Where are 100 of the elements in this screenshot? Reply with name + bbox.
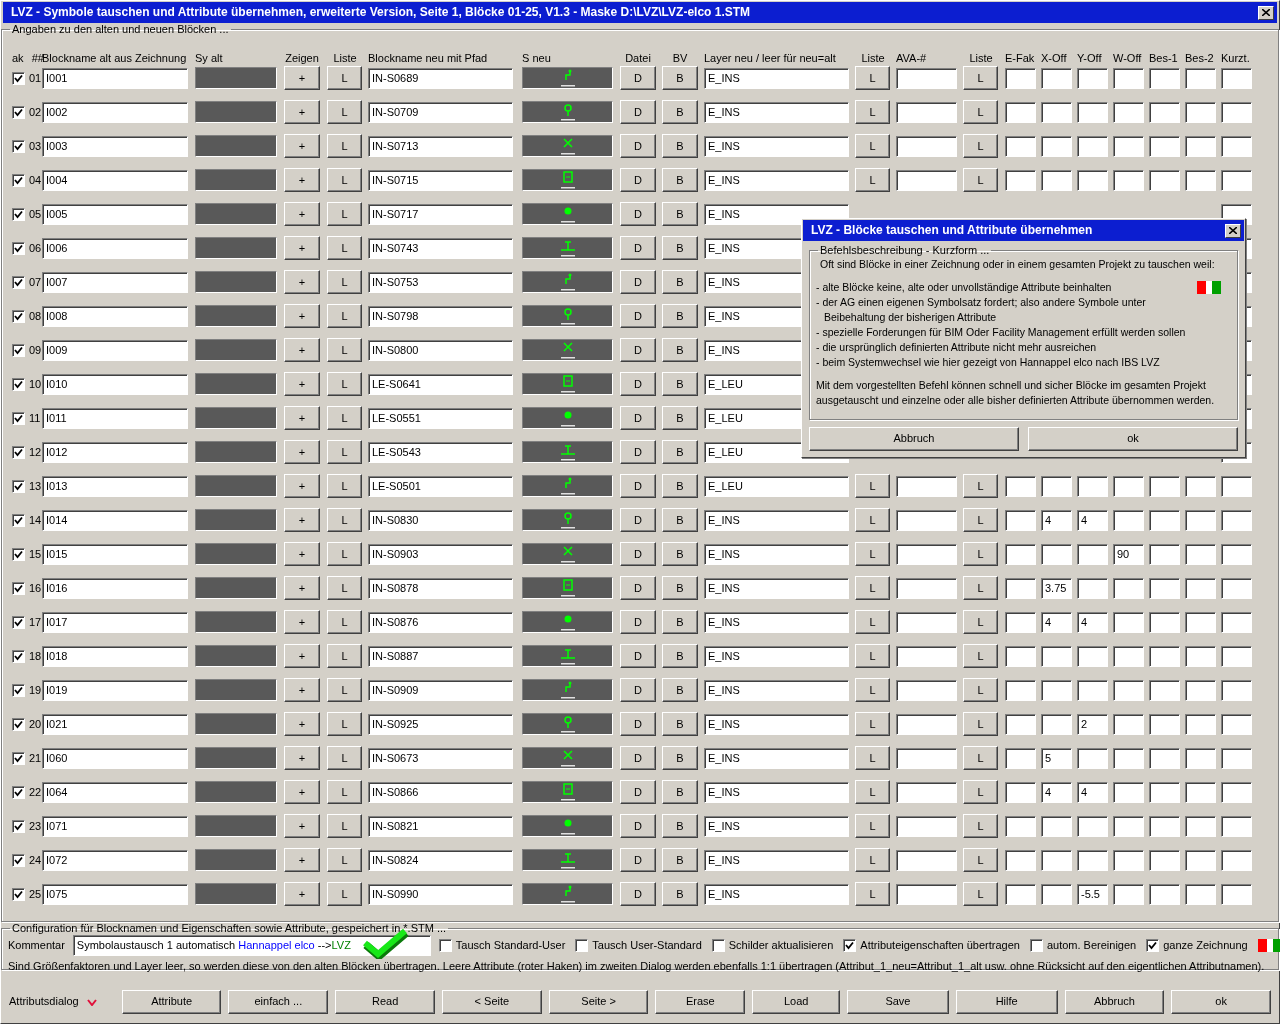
input-field[interactable]: IN-S0717 [368, 203, 513, 225]
input-field[interactable]: I009 [42, 339, 188, 361]
checkbox[interactable] [12, 649, 25, 663]
input-field[interactable] [1005, 509, 1036, 531]
input-field[interactable]: I011 [42, 407, 188, 429]
list-button[interactable]: L [963, 848, 998, 873]
toolbar-button[interactable]: Seite > [548, 990, 649, 1014]
show-button[interactable]: + [284, 746, 320, 771]
list-button[interactable]: L [963, 780, 998, 805]
checkbox[interactable] [711, 939, 725, 953]
input-field[interactable]: 90 [1113, 543, 1144, 565]
input-field[interactable] [1077, 577, 1108, 599]
toolbar-button[interactable]: Abbruch [1064, 990, 1165, 1014]
show-button[interactable]: + [284, 712, 320, 737]
input-field[interactable] [1221, 475, 1252, 497]
input-field[interactable]: IN-S0715 [368, 169, 513, 191]
input-field[interactable] [1185, 135, 1216, 157]
dialog-button[interactable]: Abbruch [809, 427, 1019, 451]
list-button[interactable]: L [327, 508, 362, 533]
input-field[interactable]: I064 [42, 781, 188, 803]
input-field[interactable] [1149, 883, 1180, 905]
toolbar-button[interactable]: Attribute [121, 990, 222, 1014]
list-button[interactable]: L [963, 100, 998, 125]
input-field[interactable]: IN-S0709 [368, 101, 513, 123]
list-button[interactable]: L [327, 66, 362, 91]
input-field[interactable]: LE-S0551 [368, 407, 513, 429]
list-button[interactable]: L [327, 678, 362, 703]
input-field[interactable]: LE-S0543 [368, 441, 513, 463]
input-field[interactable] [1041, 169, 1072, 191]
list-button[interactable]: L [327, 610, 362, 635]
file-button[interactable]: D [620, 236, 656, 261]
input-field[interactable]: IN-S0887 [368, 645, 513, 667]
input-field[interactable] [1113, 101, 1144, 123]
input-field[interactable] [896, 475, 957, 497]
bv-button[interactable]: B [662, 168, 698, 193]
list-button[interactable]: L [327, 576, 362, 601]
input-field[interactable] [1149, 713, 1180, 735]
list-button[interactable]: L [963, 712, 998, 737]
bv-button[interactable]: B [662, 542, 698, 567]
checkbox[interactable] [12, 411, 25, 425]
input-field[interactable] [1041, 101, 1072, 123]
input-field[interactable] [1113, 815, 1144, 837]
input-field[interactable]: E_INS [704, 101, 849, 123]
input-field[interactable]: 2 [1077, 713, 1108, 735]
input-field[interactable] [896, 101, 957, 123]
input-field[interactable]: IN-S0673 [368, 747, 513, 769]
checkbox[interactable] [12, 71, 25, 85]
input-field[interactable] [1113, 577, 1144, 599]
input-field[interactable] [1041, 475, 1072, 497]
input-field[interactable] [1113, 611, 1144, 633]
input-field[interactable] [1149, 849, 1180, 871]
input-field[interactable] [1221, 67, 1252, 89]
checkbox[interactable] [12, 887, 25, 901]
input-field[interactable] [896, 713, 957, 735]
toolbar-button[interactable]: Hilfe [955, 990, 1058, 1014]
input-field[interactable]: IN-S0866 [368, 781, 513, 803]
list-button[interactable]: L [855, 814, 890, 839]
bv-button[interactable]: B [662, 678, 698, 703]
file-button[interactable]: D [620, 270, 656, 295]
list-button[interactable]: L [327, 134, 362, 159]
checkbox[interactable] [12, 343, 25, 357]
file-button[interactable]: D [620, 644, 656, 669]
list-button[interactable]: L [855, 712, 890, 737]
input-field[interactable] [1185, 169, 1216, 191]
input-field[interactable] [1221, 577, 1252, 599]
input-field[interactable] [896, 509, 957, 531]
input-field[interactable]: E_INS [704, 815, 849, 837]
show-button[interactable]: + [284, 372, 320, 397]
checkbox[interactable] [12, 207, 25, 221]
input-field[interactable] [896, 883, 957, 905]
file-button[interactable]: D [620, 134, 656, 159]
input-field[interactable] [1077, 67, 1108, 89]
input-field[interactable]: I075 [42, 883, 188, 905]
input-field[interactable]: E_INS [704, 169, 849, 191]
input-field[interactable] [1149, 67, 1180, 89]
list-button[interactable]: L [855, 508, 890, 533]
input-field[interactable] [1005, 611, 1036, 633]
input-field[interactable] [1185, 543, 1216, 565]
bv-button[interactable]: B [662, 882, 698, 907]
show-button[interactable]: + [284, 440, 320, 465]
input-field[interactable]: I019 [42, 679, 188, 701]
close-button[interactable] [1258, 5, 1274, 20]
show-button[interactable]: + [284, 168, 320, 193]
checkbox[interactable] [12, 173, 25, 187]
input-field[interactable]: I060 [42, 747, 188, 769]
input-field[interactable]: 4 [1041, 611, 1072, 633]
input-field[interactable]: 4 [1077, 781, 1108, 803]
list-button[interactable]: L [963, 474, 998, 499]
show-button[interactable]: + [284, 66, 320, 91]
input-field[interactable] [1077, 475, 1108, 497]
input-field[interactable] [1149, 169, 1180, 191]
input-field[interactable] [1077, 135, 1108, 157]
input-field[interactable]: E_INS [704, 135, 849, 157]
toolbar-button[interactable]: Load [752, 990, 841, 1014]
input-field[interactable]: 4 [1041, 781, 1072, 803]
input-field[interactable] [1221, 883, 1252, 905]
bv-button[interactable]: B [662, 746, 698, 771]
list-button[interactable]: L [327, 644, 362, 669]
input-field[interactable] [1221, 509, 1252, 531]
checkbox[interactable] [12, 615, 25, 629]
